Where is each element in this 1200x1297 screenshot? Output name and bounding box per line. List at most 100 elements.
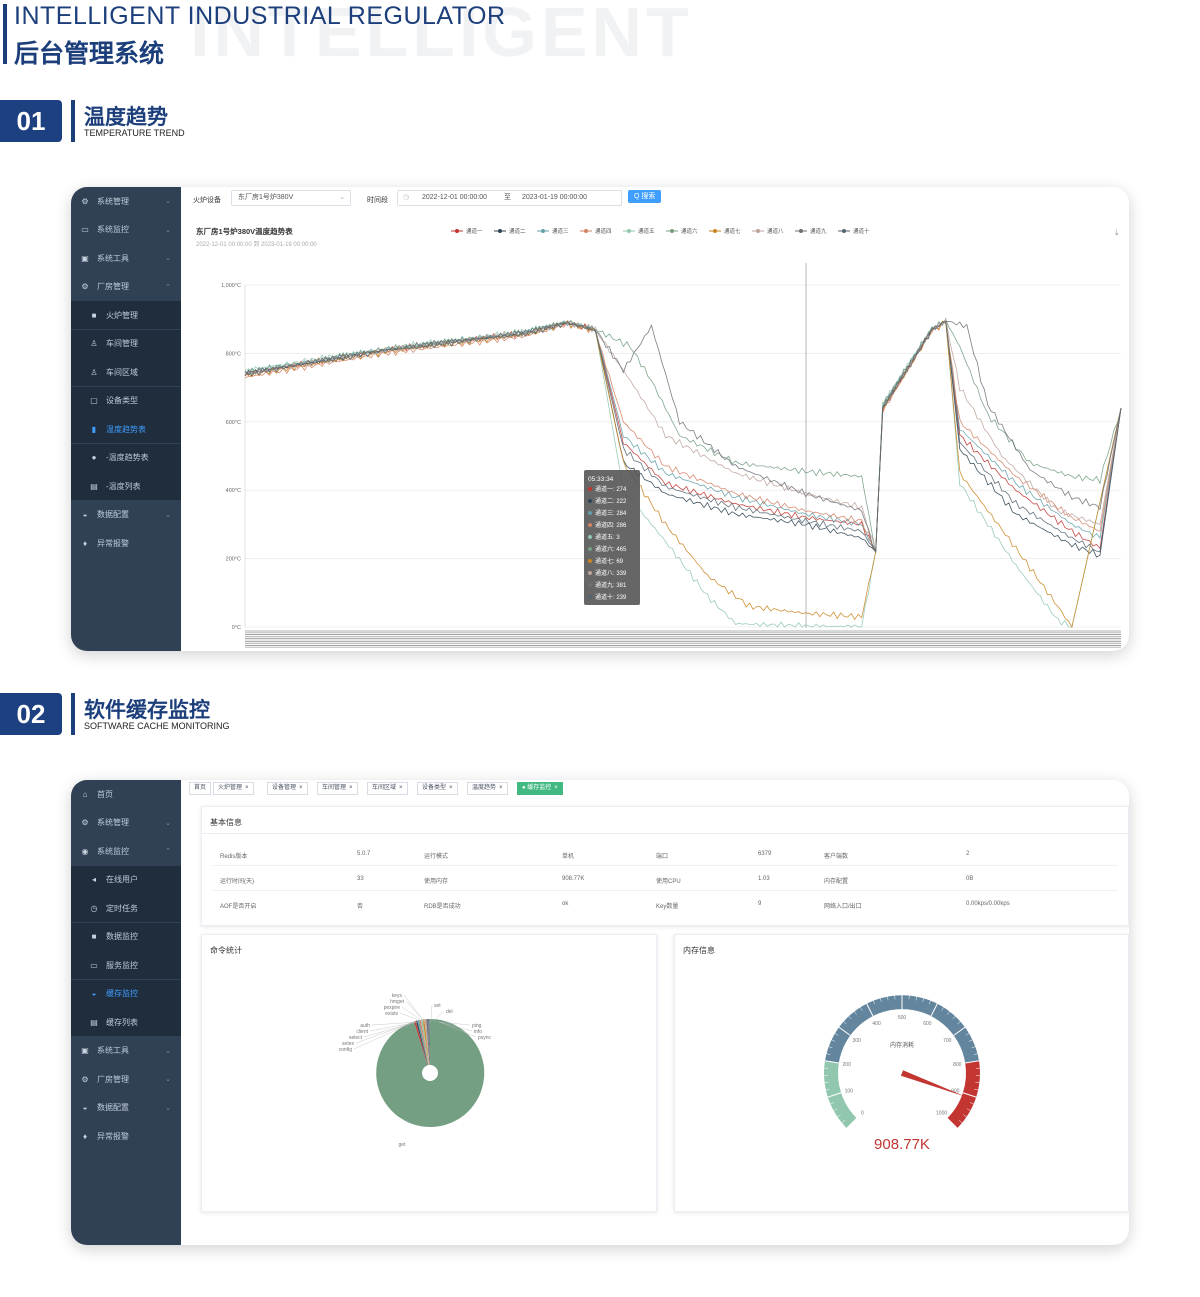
- info-key: 网络入口/出口: [824, 904, 862, 910]
- tooltip-row: 通道六: 465: [595, 545, 627, 553]
- sidebar-item-12[interactable]: ◒ 数据配置 ⌄: [71, 1094, 181, 1122]
- sidebar-item-13[interactable]: ♦ 异常报警: [71, 1122, 181, 1150]
- filter-toolbar: 火炉设备 东厂房1号炉380V ⌄ 时间段 ◷ 2022-12-01 00:00…: [181, 187, 1129, 213]
- alarm-icon: ♦: [82, 1131, 88, 1141]
- info-value: 33: [357, 876, 364, 882]
- sidebar-item-6[interactable]: ■ 数据监控: [71, 922, 181, 951]
- device-select[interactable]: 东厂房1号炉380V ⌄: [231, 190, 351, 206]
- sidebar-item-6[interactable]: ♙ 车间管理: [71, 329, 181, 358]
- tooltip-marker: [588, 487, 592, 491]
- info-key: AOF是否开启: [220, 904, 257, 910]
- sidebar-item-5[interactable]: ■ 火炉管理: [71, 301, 181, 329]
- sidebar-item-11[interactable]: ⚙ 厂房管理 ⌄: [71, 1065, 181, 1093]
- tab-4[interactable]: 车间管理 ×: [317, 782, 358, 795]
- series-line-1: [244, 320, 1122, 554]
- tab-3[interactable]: 设备管理 ×: [267, 782, 308, 795]
- sidebar-item-8[interactable]: ◒ 缓存监控: [71, 979, 181, 1008]
- gauge-tick-label: 700: [943, 1038, 952, 1044]
- info-key: 客户端数: [824, 854, 849, 860]
- series-line-2: [244, 320, 1122, 558]
- sidebar-item-5[interactable]: ◷ 定时任务: [71, 894, 181, 922]
- sidebar-item-7[interactable]: ▭ 服务监控: [71, 951, 181, 979]
- chevron-down-icon: ⌄: [165, 198, 171, 205]
- sidebar-item-8[interactable]: ▢ 设备类型: [71, 386, 181, 415]
- tab-label: 车间区域: [372, 785, 397, 791]
- download-icon[interactable]: ⤓: [1115, 228, 1119, 237]
- sidebar-item-3[interactable]: ▣ 系统工具 ⌄: [71, 244, 181, 272]
- data-monitor-icon: ■: [91, 932, 97, 941]
- sidebar-item-13[interactable]: ♦ 异常报警: [71, 529, 181, 557]
- command-pie-chart: keyshmgetpexpireexistssetdelauthclientse…: [339, 993, 492, 1148]
- sidebar-item-10[interactable]: ● -温度趋势表: [71, 443, 181, 472]
- tab-7[interactable]: 温度趋势 ×: [467, 782, 508, 795]
- tooltip-marker: [588, 559, 592, 563]
- tooltip-row: 通道五: 3: [595, 533, 620, 541]
- sidebar-item-label: 缓存列表: [106, 1017, 138, 1027]
- tab-5[interactable]: 车间区域 ×: [367, 782, 408, 795]
- sidebar-item-2[interactable]: ⚙ 系统管理 ⌄: [71, 809, 181, 837]
- tab-6[interactable]: 设备类型 ×: [417, 782, 458, 795]
- sidebar-item-4[interactable]: ◂ 在线用户: [71, 865, 181, 894]
- basic-info-title: 基本信息: [210, 818, 242, 827]
- sidebar-item-1[interactable]: ⌂ 首页: [71, 780, 181, 808]
- tooltip-marker: [588, 511, 592, 515]
- sidebar-item-9[interactable]: ▮ 温度趋势表: [71, 415, 181, 443]
- tab-label: 缓存监控: [527, 785, 552, 791]
- sidebar-item-3[interactable]: ◉ 系统监控 ⌃: [71, 837, 181, 865]
- sidebar-item-label: 厂房管理: [97, 282, 129, 291]
- sidebar-item-2[interactable]: ▭ 系统监控 ⌄: [71, 216, 181, 244]
- legend-marker: [627, 229, 631, 233]
- close-icon: ×: [399, 785, 403, 791]
- sidebar-item-label: 设备类型: [106, 396, 138, 405]
- sidebar-item-4[interactable]: ⚙ 厂房管理 ⌃: [71, 273, 181, 301]
- legend-marker: [498, 229, 502, 233]
- sidebar-item-12[interactable]: ◒ 数据配置 ⌄: [71, 501, 181, 529]
- tab-2[interactable]: 火炉管理 ×: [213, 782, 254, 795]
- info-value: 单机: [562, 854, 575, 860]
- legend-label: 通道十: [853, 227, 870, 235]
- command-stats-title: 命令统计: [210, 946, 242, 955]
- gauge-tick-label: 1000: [936, 1111, 947, 1117]
- info-value: 否: [357, 904, 364, 910]
- clock-icon: ◷: [403, 194, 410, 201]
- legend-label: 通道四: [595, 227, 612, 235]
- range-separator: 至: [504, 194, 511, 201]
- trend-icon: ●: [91, 453, 97, 462]
- close-icon: ×: [449, 785, 453, 791]
- tooltip-marker: [588, 595, 592, 599]
- chart-legend: 通道一 通道二 通道三 通道四 通道五 通道六 通道七 通道八 通道九 通道十: [451, 227, 870, 235]
- section-header-cache: 02 软件缓存监控 SOFTWARE CACHE MONITORING: [0, 693, 400, 735]
- chart-series: [244, 316, 1122, 629]
- sidebar-item-label: 异常报警: [97, 538, 129, 548]
- info-value: 0B: [966, 876, 974, 882]
- section-title-cn: 软件缓存监控: [84, 699, 210, 722]
- database-icon: ◒: [82, 1103, 88, 1112]
- chevron-down-icon: ⌄: [165, 255, 171, 262]
- alarm-icon: ♦: [82, 538, 88, 548]
- sidebar-item-label: 系统管理: [97, 196, 129, 206]
- tab-1[interactable]: 首页: [189, 782, 212, 795]
- legend-label: 通道二: [509, 227, 526, 235]
- tab-8[interactable]: ● 缓存监控 ×: [517, 782, 563, 795]
- data-zoom-slider[interactable]: [245, 630, 1121, 648]
- gear-icon: ⚙: [81, 196, 89, 206]
- search-button[interactable]: Q 搜索: [628, 190, 662, 203]
- sidebar-item-10[interactable]: ▣ 系统工具 ⌄: [71, 1037, 181, 1065]
- pie-label: exists: [385, 1011, 398, 1017]
- date-range-picker[interactable]: ◷ 2022-12-01 00:00:00 至 2023-01-19 00:00…: [397, 190, 622, 206]
- tooltip-row: 通道九: 381: [595, 581, 627, 589]
- sidebar-item-9[interactable]: ▤ 缓存列表: [71, 1008, 181, 1036]
- sidebar-item-1[interactable]: ⚙ 系统管理 ⌄: [71, 187, 181, 215]
- toolbox-icon: ▣: [81, 253, 89, 263]
- section-title-cn: 温度趋势: [84, 106, 168, 129]
- info-key: 内存配置: [824, 879, 849, 885]
- tooltip-row: 通道二: 222: [595, 497, 627, 505]
- tooltip-marker: [588, 499, 592, 503]
- page-title-cn: 后台管理系统: [14, 40, 165, 68]
- sidebar-item-label: 系统工具: [97, 1046, 129, 1055]
- gauge-tick-label: 300: [853, 1038, 862, 1044]
- legend-marker: [756, 229, 760, 233]
- sidebar-item-label: 数据监控: [106, 932, 138, 941]
- sidebar-item-7[interactable]: ♙ 车间区域: [71, 358, 181, 386]
- sidebar-item-11[interactable]: ▤ -温度列表: [71, 472, 181, 500]
